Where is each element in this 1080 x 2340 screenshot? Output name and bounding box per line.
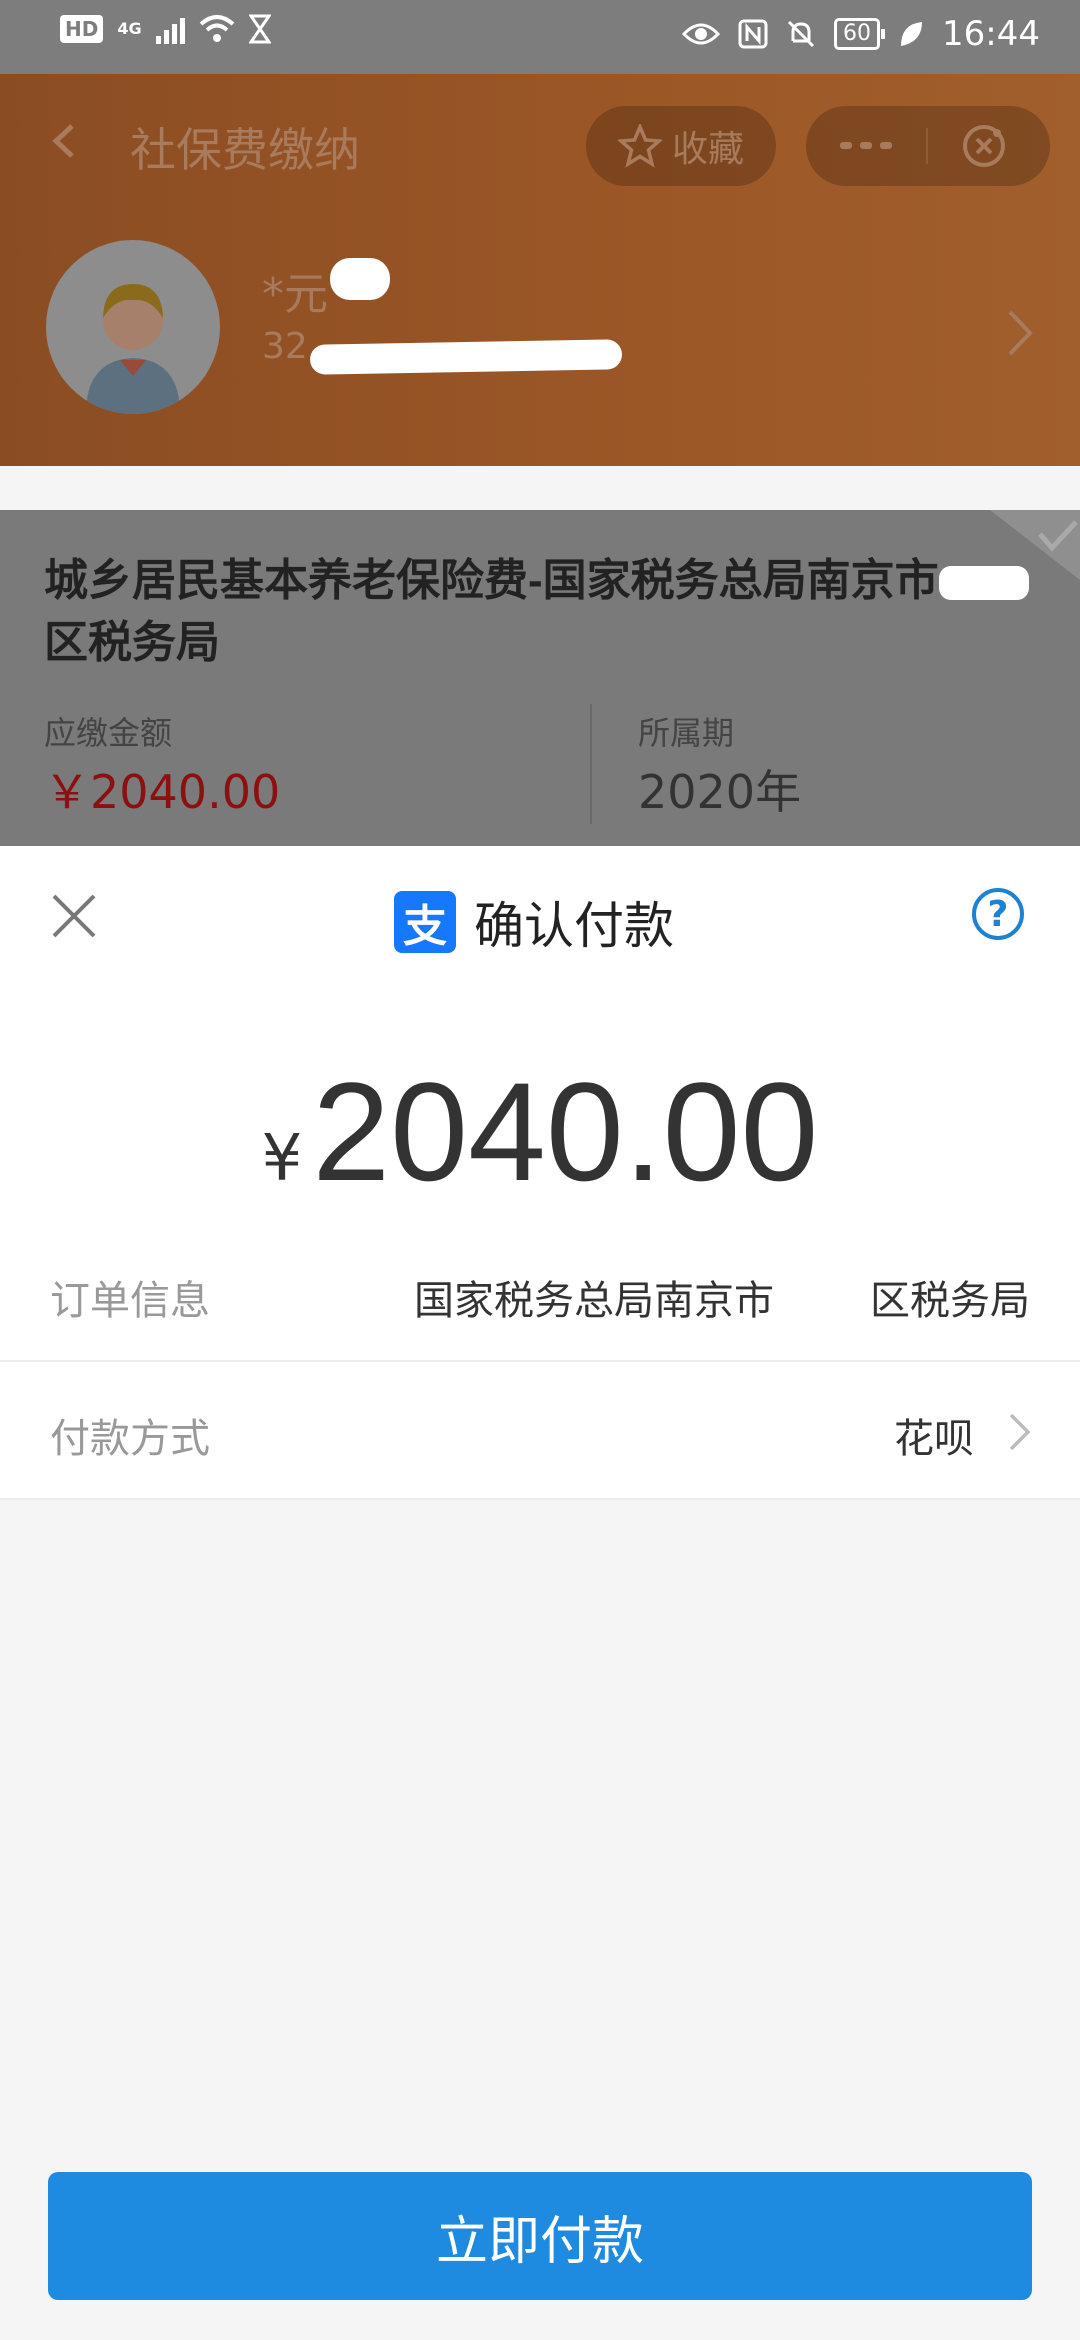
alipay-icon: 支: [394, 891, 456, 953]
leaf-icon: [901, 22, 923, 46]
payment-method-row[interactable]: 付款方式 花呗: [0, 1362, 1080, 1500]
avatar[interactable]: [46, 240, 220, 414]
mini-close-icon[interactable]: [960, 122, 1008, 170]
bill-title: 城乡居民基本养老保险费-国家税务总局南京市区税务局: [44, 550, 1034, 674]
payment-sheet: 支 确认付款 ? ¥2040.00 订单信息 国家税务总局南京市 区税务局 付款方…: [0, 846, 1080, 2340]
clock: 16:44: [942, 14, 1040, 54]
redaction-mark: [309, 339, 623, 375]
amount-due-label: 应缴金额: [44, 714, 173, 752]
bill-title-tail: 区税务局: [44, 618, 220, 667]
more-icon[interactable]: [840, 142, 892, 149]
network-type: 4G: [117, 19, 142, 38]
chevron-right-icon[interactable]: [1006, 308, 1036, 358]
close-icon[interactable]: [50, 892, 98, 940]
redaction-mark: [330, 258, 390, 300]
currency-symbol: ¥: [261, 1122, 303, 1196]
card-divider: [590, 704, 592, 824]
user-id: 32: [262, 326, 308, 367]
order-info-part1: 国家税务总局南京市: [414, 1278, 774, 1324]
miniapp-capsule: [806, 106, 1050, 186]
favorite-button[interactable]: 收藏: [586, 106, 776, 186]
amount-due-value: ￥2040.00: [44, 765, 281, 819]
bell-off-icon: [787, 20, 815, 48]
amount-area: ¥2040.00: [0, 984, 1080, 1224]
amount-number: 2040.00: [312, 1053, 819, 1210]
order-info-label: 订单信息: [50, 1278, 210, 1324]
battery-indicator: 60: [834, 18, 886, 50]
back-icon[interactable]: [48, 124, 82, 158]
payment-method-value: 花呗: [894, 1416, 974, 1462]
period-value: 2020年: [638, 765, 802, 819]
payment-amount: ¥2040.00: [0, 984, 1080, 1202]
hourglass-icon: [248, 14, 271, 44]
sheet-header: 支 确认付款 ?: [0, 846, 1080, 986]
star-icon: [617, 124, 662, 168]
hd-badge: HD: [60, 15, 104, 43]
pay-now-button[interactable]: 立即付款: [48, 2172, 1032, 2300]
bill-card[interactable]: 城乡居民基本养老保险费-国家税务总局南京市区税务局 应缴金额 ￥2040.00 …: [0, 510, 1080, 850]
bill-title-main: 城乡居民基本养老保险费-国家税务总局南京市: [44, 556, 939, 605]
status-bar: HD 4G 60 16:44: [0, 0, 1080, 74]
order-info-value: 国家税务总局南京市 区税务局: [414, 1268, 1030, 1326]
user-name: *元: [262, 269, 328, 320]
redaction-mark: [938, 566, 1029, 601]
help-icon[interactable]: ?: [972, 888, 1024, 940]
redaction-mark: [774, 1283, 870, 1323]
sheet-title: 确认付款: [474, 897, 674, 955]
page-title: 社保费缴纳: [130, 123, 360, 177]
favorite-label: 收藏: [671, 129, 744, 170]
order-info-row: 订单信息 国家税务总局南京市 区税务局: [0, 1224, 1080, 1362]
payment-method-label: 付款方式: [50, 1416, 210, 1462]
page-header: 社保费缴纳 收藏 *元 32: [0, 74, 1080, 466]
sheet-title-group: 支 确认付款: [394, 886, 674, 958]
avatar-figure-icon: [86, 284, 180, 414]
chevron-right-icon: [1009, 1413, 1031, 1451]
period-label: 所属期: [638, 714, 735, 752]
capsule-divider: [926, 128, 928, 164]
nfc-icon: [738, 19, 768, 49]
signal-icon: [155, 14, 185, 44]
wifi-icon: [199, 15, 234, 42]
eye-icon: [682, 23, 721, 45]
order-info-part2: 区税务局: [870, 1278, 1030, 1324]
